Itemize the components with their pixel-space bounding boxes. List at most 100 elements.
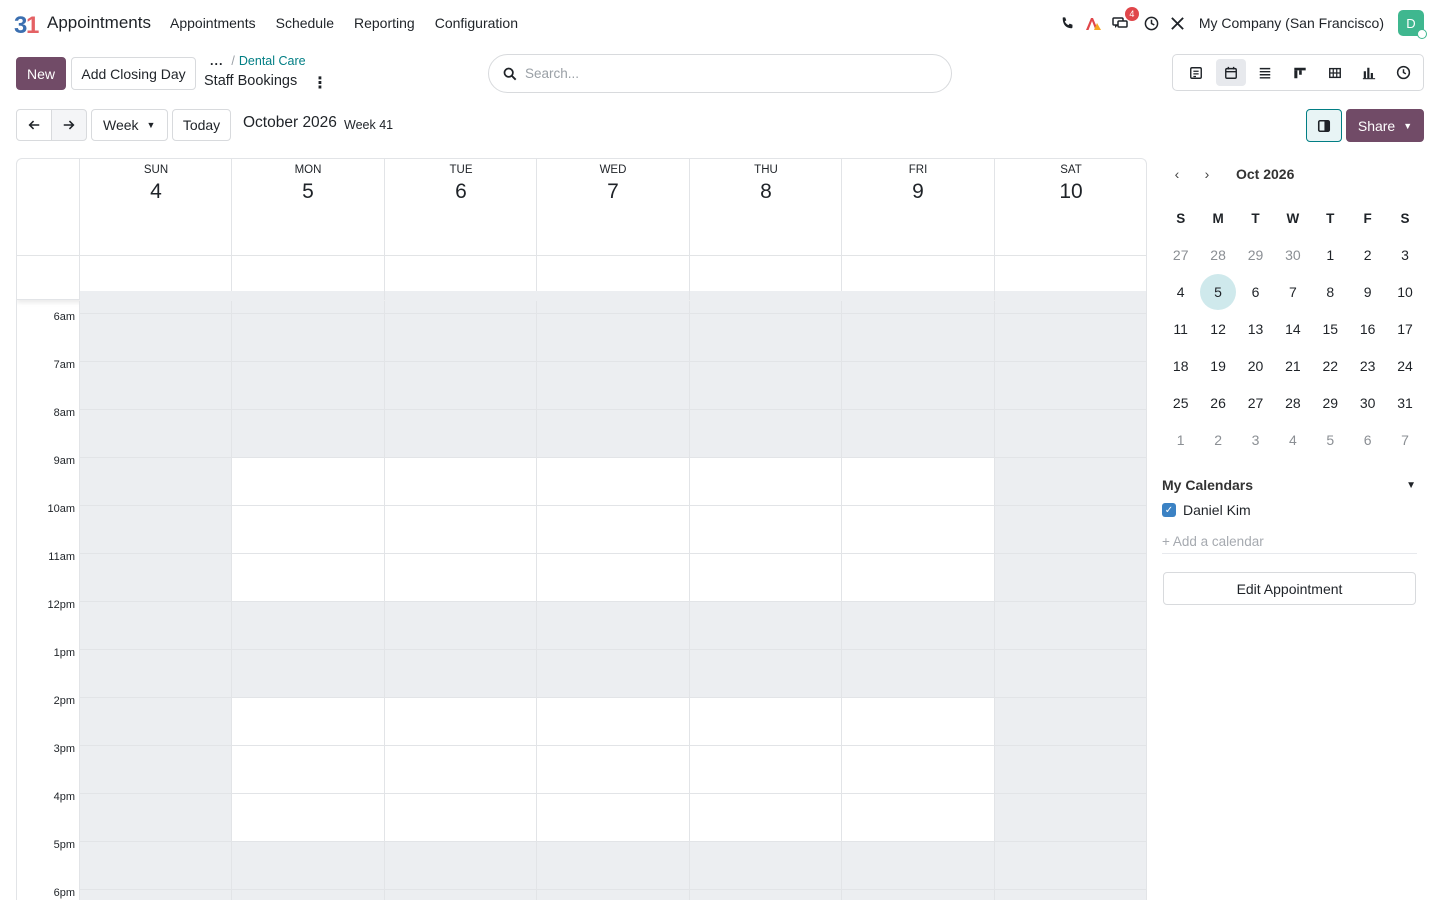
time-slot-unavailable[interactable] — [690, 601, 842, 649]
time-slot-available[interactable] — [232, 457, 384, 505]
user-avatar[interactable]: D — [1398, 10, 1427, 39]
list-view-icon[interactable] — [1181, 59, 1212, 86]
mini-day[interactable]: 11 — [1162, 311, 1199, 348]
time-slot-unavailable[interactable] — [232, 313, 384, 361]
time-slot-unavailable[interactable] — [537, 601, 689, 649]
next-button[interactable] — [51, 109, 87, 141]
mini-prev-icon[interactable]: ‹ — [1162, 166, 1192, 182]
company-switcher[interactable]: My Company (San Francisco) — [1199, 15, 1384, 31]
time-slot-unavailable[interactable] — [385, 313, 537, 361]
app-name[interactable]: Appointments — [47, 13, 151, 33]
time-slot-available[interactable] — [537, 505, 689, 553]
mini-day[interactable]: 10 — [1386, 274, 1423, 311]
mini-next-icon[interactable]: › — [1192, 166, 1222, 182]
calendar-filter-item[interactable]: ✓ Daniel Kim — [1162, 502, 1251, 518]
mini-day[interactable]: 3 — [1386, 237, 1423, 274]
time-slot-unavailable[interactable] — [80, 697, 232, 745]
time-slot-available[interactable] — [537, 697, 689, 745]
mini-day[interactable]: 3 — [1237, 422, 1274, 459]
mini-day[interactable]: 18 — [1162, 348, 1199, 385]
mini-day[interactable]: 1 — [1312, 237, 1349, 274]
list-lines-icon[interactable] — [1250, 59, 1281, 86]
mini-day[interactable]: 9 — [1349, 274, 1386, 311]
mini-day[interactable]: 21 — [1274, 348, 1311, 385]
graph-view-icon[interactable] — [1354, 59, 1385, 86]
time-slot-available[interactable] — [385, 793, 537, 841]
time-slot-available[interactable] — [537, 553, 689, 601]
mini-day[interactable]: 28 — [1274, 385, 1311, 422]
time-slot-unavailable[interactable] — [995, 505, 1146, 553]
mini-day[interactable]: 20 — [1237, 348, 1274, 385]
time-slot-available[interactable] — [690, 457, 842, 505]
time-slot-unavailable[interactable] — [537, 889, 689, 900]
menu-schedule[interactable]: Schedule — [276, 15, 334, 31]
time-slot-available[interactable] — [690, 553, 842, 601]
time-slot-available[interactable] — [690, 505, 842, 553]
mini-day[interactable]: 28 — [1199, 237, 1236, 274]
time-slot-unavailable[interactable] — [995, 361, 1146, 409]
ai-sparkle-icon[interactable] — [1083, 12, 1105, 34]
time-slot-unavailable[interactable] — [80, 553, 232, 601]
calendar-view-icon[interactable] — [1215, 59, 1247, 86]
time-slot-unavailable[interactable] — [232, 649, 384, 697]
time-slot-available[interactable] — [690, 793, 842, 841]
mini-day[interactable]: 30 — [1274, 237, 1311, 274]
mini-day[interactable]: 1 — [1162, 422, 1199, 459]
actions-menu-icon[interactable]: ⋮ — [312, 73, 328, 93]
mini-day[interactable]: 25 — [1162, 385, 1199, 422]
time-slot-available[interactable] — [385, 697, 537, 745]
time-slot-available[interactable] — [842, 745, 994, 793]
day-header-tue[interactable]: TUE 6 — [384, 159, 537, 300]
time-slot-unavailable[interactable] — [232, 409, 384, 457]
time-slot-unavailable[interactable] — [995, 649, 1146, 697]
time-slot-unavailable[interactable] — [80, 361, 232, 409]
time-slot-unavailable[interactable] — [385, 361, 537, 409]
checkbox-checked-icon[interactable]: ✓ — [1162, 503, 1176, 517]
menu-reporting[interactable]: Reporting — [354, 15, 415, 31]
time-slot-unavailable[interactable] — [385, 889, 537, 900]
time-slot-unavailable[interactable] — [842, 601, 994, 649]
time-slot[interactable] — [80, 291, 232, 313]
appointments-app-icon[interactable]: 3 1 — [14, 11, 40, 37]
menu-appointments[interactable]: Appointments — [170, 15, 256, 31]
time-slot-available[interactable] — [842, 457, 994, 505]
mini-day[interactable]: 29 — [1237, 237, 1274, 274]
time-slot-available[interactable] — [842, 697, 994, 745]
clock-icon[interactable] — [1141, 12, 1163, 34]
time-slot-unavailable[interactable] — [80, 649, 232, 697]
time-slot-available[interactable] — [385, 505, 537, 553]
time-slot-unavailable[interactable] — [995, 457, 1146, 505]
mini-day[interactable]: 29 — [1312, 385, 1349, 422]
mini-day[interactable]: 16 — [1349, 311, 1386, 348]
time-slot-unavailable[interactable] — [842, 361, 994, 409]
time-slot-unavailable[interactable] — [842, 649, 994, 697]
mini-day[interactable]: 14 — [1274, 311, 1311, 348]
time-slot-unavailable[interactable] — [995, 553, 1146, 601]
time-slot[interactable] — [232, 291, 384, 313]
time-slot-unavailable[interactable] — [690, 841, 842, 889]
time-slot[interactable] — [537, 291, 689, 313]
mini-day[interactable]: 6 — [1237, 274, 1274, 311]
time-slot-available[interactable] — [232, 553, 384, 601]
time-slot[interactable] — [690, 291, 842, 313]
time-slot-unavailable[interactable] — [842, 889, 994, 900]
mini-day[interactable]: 2 — [1199, 422, 1236, 459]
time-slot-unavailable[interactable] — [80, 409, 232, 457]
mini-day[interactable]: 4 — [1162, 274, 1199, 311]
share-button[interactable]: Share ▼ — [1346, 109, 1424, 142]
time-slot-unavailable[interactable] — [385, 649, 537, 697]
kanban-view-icon[interactable] — [1285, 59, 1316, 86]
time-slot-unavailable[interactable] — [995, 601, 1146, 649]
time-slot-unavailable[interactable] — [80, 841, 232, 889]
pivot-view-icon[interactable] — [1319, 59, 1350, 86]
time-slot[interactable] — [995, 291, 1146, 313]
scale-dropdown[interactable]: Week ▼ — [91, 109, 168, 141]
mini-day[interactable]: 12 — [1199, 311, 1236, 348]
time-slot-unavailable[interactable] — [690, 649, 842, 697]
chat-icon[interactable]: 4 — [1109, 7, 1139, 34]
menu-configuration[interactable]: Configuration — [435, 15, 518, 31]
mini-day[interactable]: 5 — [1312, 422, 1349, 459]
day-header-mon[interactable]: MON 5 — [231, 159, 384, 300]
time-slot-unavailable[interactable] — [80, 457, 232, 505]
time-slot-unavailable[interactable] — [232, 889, 384, 900]
